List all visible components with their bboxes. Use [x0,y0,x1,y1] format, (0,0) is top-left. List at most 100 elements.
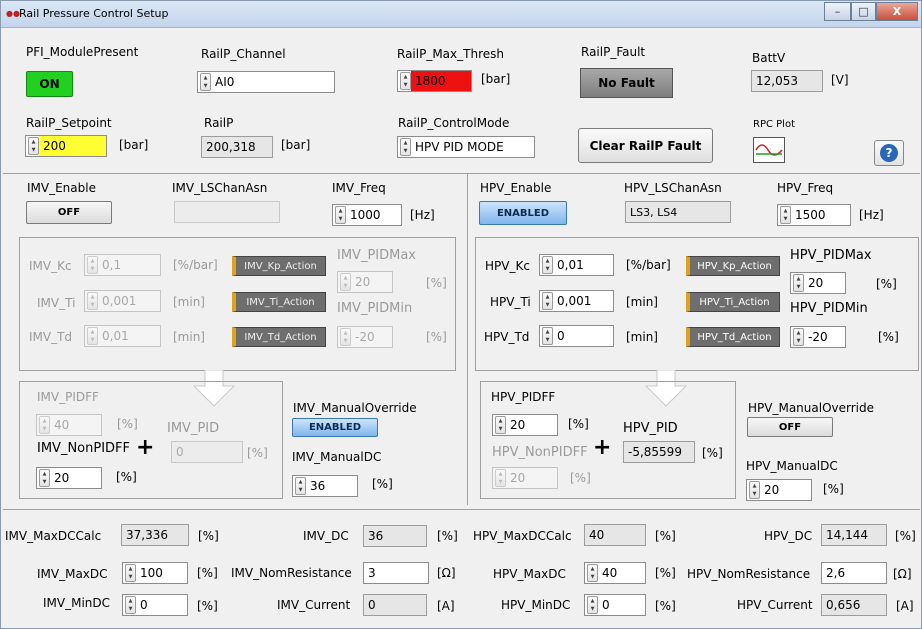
hpv-enable-label: HPV_Enable [480,181,552,195]
hpv-pidff-value: 20 [510,418,526,432]
hpv-nomres-input[interactable]: 2,6 [821,562,887,584]
spinner-icon[interactable]: ▲ ▼ [335,206,346,224]
spinner-icon[interactable]: ▲ ▼ [39,469,50,487]
imv-kp-action-button[interactable]: IMV_Kp_Action [232,256,326,276]
hpv-nonpidff-value: 20 [510,471,526,485]
spinner-icon[interactable]: ▲ ▼ [400,138,411,156]
imv-freq-input[interactable]: ▲ ▼ 1000 [332,204,402,226]
spinner-icon[interactable]: ▲ ▼ [87,327,98,345]
hpv-ti-action-button[interactable]: HPV_Ti_Action [686,292,780,312]
hpv-manual-override-button[interactable]: OFF [747,417,833,437]
clear-railp-fault-button[interactable]: Clear RailP Fault [578,128,713,163]
spinner-icon[interactable]: ▲ ▼ [542,327,553,345]
spinner-icon[interactable]: ▲ ▼ [200,73,211,91]
spinner-icon[interactable]: ▲ ▼ [587,596,598,614]
imv-maxdc-input[interactable]: ▲ ▼ 100 [122,562,188,584]
imv-mindc-input[interactable]: ▲ ▼ 0 [122,594,188,616]
spinner-icon[interactable]: ▲ ▼ [793,328,804,346]
imv-pid-label: IMV_PID [167,421,220,436]
hpv-ti-input[interactable]: ▲ ▼ 0,001 [539,290,614,312]
imv-pidmin-input[interactable]: ▲ ▼ -20 [337,326,393,348]
hpv-kc-unit: [%/bar] [626,258,671,272]
battv-unit: [V] [831,73,849,87]
spinner-icon[interactable]: ▲ ▼ [495,416,506,434]
minimize-button[interactable]: – [824,2,851,21]
hpv-pidmin-label: HPV_PIDMin [790,301,868,316]
hpv-current-unit: [A] [896,599,914,613]
hpv-manual-dc-input[interactable]: ▲ ▼ 20 [746,479,812,501]
plus-icon: + [136,435,155,460]
hpv-kc-input[interactable]: ▲ ▼ 0,01 [539,254,614,276]
spinner-icon[interactable]: ▲ ▼ [125,564,136,582]
railp-max-thresh-input[interactable]: ▲ ▼ 1800 [397,70,472,92]
imv-td-action-button[interactable]: IMV_Td_Action [232,327,326,347]
imv-maxdc-unit: [%] [197,566,218,580]
rpc-plot-button[interactable] [753,137,785,163]
railp-setpoint-label: RailP_Setpoint [26,116,112,130]
railp-fault-label: RailP_Fault [581,45,646,59]
hpv-td-action-button[interactable]: HPV_Td_Action [686,327,780,347]
spinner-icon[interactable]: ▲ ▼ [340,273,351,291]
spinner-icon[interactable]: ▲ ▼ [495,469,506,487]
imv-kc-label: IMV_Kc [29,259,72,273]
spinner-icon[interactable]: ▲ ▼ [749,481,760,499]
close-button[interactable]: X [876,2,918,21]
imv-kc-input[interactable]: ▲ ▼ 0,1 [84,254,161,276]
spinner-icon[interactable]: ▲ ▼ [793,274,804,292]
imv-pidmax-value: 20 [355,275,371,289]
imv-td-input[interactable]: ▲ ▼ 0,01 [84,325,161,347]
hpv-maxdc-input[interactable]: ▲ ▼ 40 [584,562,646,584]
hpv-kc-label: HPV_Kc [485,259,530,273]
spinner-icon[interactable]: ▲ ▼ [587,564,598,582]
imv-manual-dc-value: 36 [310,479,326,493]
hpv-nonpidff-input[interactable]: ▲ ▼ 20 [492,467,558,489]
spinner-icon[interactable]: ▲ ▼ [780,206,791,224]
hpv-maxdccalc-indicator: 40 [584,524,646,546]
imv-ti-action-button[interactable]: IMV_Ti_Action [232,292,326,312]
spinner-icon[interactable]: ▲ ▼ [542,256,553,274]
hpv-dc-unit: [%] [895,529,916,543]
hpv-pidff-input[interactable]: ▲ ▼ 20 [492,414,558,436]
imv-nonpidff-input[interactable]: ▲ ▼ 20 [36,467,102,489]
pfi-module-present-led[interactable]: ON [26,71,73,97]
railp-control-mode-selector[interactable]: ▲ ▼ HPV PID MODE [397,136,535,158]
imv-manual-dc-input[interactable]: ▲ ▼ 36 [292,475,358,497]
hpv-kp-action-button[interactable]: HPV_Kp_Action [686,256,780,276]
imv-freq-label: IMV_Freq [332,181,386,195]
hpv-lschan-indicator: LS3, LS4 [625,201,731,223]
spinner-icon[interactable]: ▲ ▼ [295,477,306,495]
maximize-button[interactable]: □ [851,2,876,21]
hpv-freq-input[interactable]: ▲ ▼ 1500 [777,204,851,226]
railp-channel-selector[interactable]: ▲ ▼ AI0 [197,71,335,93]
railp-channel-label: RailP_Channel [201,47,286,61]
spinner-icon[interactable]: ▲ ▼ [28,137,39,155]
railp-setpoint-input[interactable]: ▲ ▼ 200 [25,135,107,157]
railp-setpoint-unit: [bar] [119,138,149,152]
hpv-maxdccalc-unit: [%] [655,529,676,543]
imv-dc-unit: [%] [437,529,458,543]
imv-nomres-input[interactable]: 3 [363,562,429,584]
railp-max-thresh-unit: [bar] [481,72,511,86]
imv-pidff-input[interactable]: ▲ ▼ 40 [36,414,102,436]
help-button[interactable]: ? [874,140,904,166]
battv-indicator: 12,053 [751,70,823,92]
imv-pidmax-input[interactable]: ▲ ▼ 20 [337,271,393,293]
spinner-icon[interactable]: ▲ ▼ [340,328,351,346]
railp-indicator: 200,318 [201,136,273,158]
hpv-mindc-input[interactable]: ▲ ▼ 0 [584,594,646,616]
spinner-icon[interactable]: ▲ ▼ [542,292,553,310]
imv-manual-override-button[interactable]: ENABLED [292,418,378,437]
spinner-icon[interactable]: ▲ ▼ [400,72,411,90]
hpv-enable-button[interactable]: ENABLED [479,201,567,225]
app-icon: ●● [6,9,20,18]
spinner-icon[interactable]: ▲ ▼ [125,596,136,614]
spinner-icon[interactable]: ▲ ▼ [87,256,98,274]
hpv-pidmin-input[interactable]: ▲ ▼ -20 [790,326,846,348]
hpv-td-input[interactable]: ▲ ▼ 0 [539,325,614,347]
spinner-icon[interactable]: ▲ ▼ [87,292,98,310]
imv-ti-input[interactable]: ▲ ▼ 0,001 [84,290,161,312]
spinner-icon[interactable]: ▲ ▼ [39,416,50,434]
imv-enable-button[interactable]: OFF [26,201,112,224]
imv-pidff-unit: [%] [117,417,138,431]
hpv-pidmax-input[interactable]: ▲ ▼ 20 [790,272,846,294]
